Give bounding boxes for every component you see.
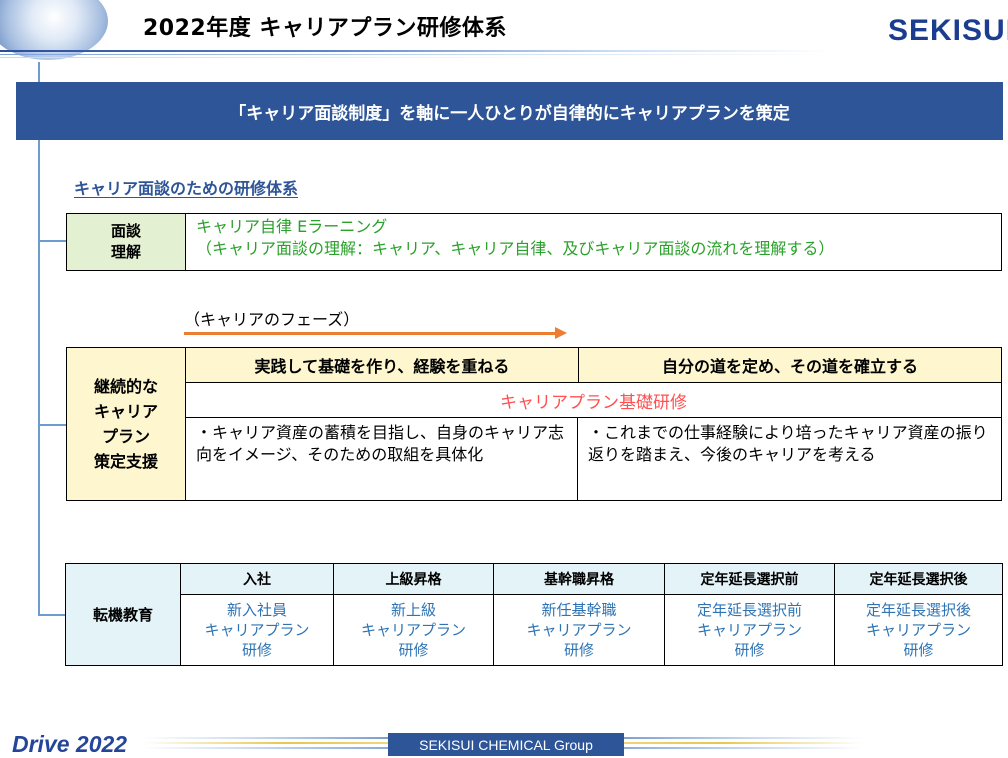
career-plan-label-line: キャリア (93, 402, 158, 421)
table-cell: 定年延長選択前 キャリアプラン 研修 (664, 594, 835, 666)
cell-line: 研修 (734, 641, 765, 659)
table-cell: 新入社員 キャリアプラン 研修 (180, 594, 334, 666)
table-header-row: 転機教育 入社 上級昇格 基幹職昇格 定年延長選択前 定年延長選択後 (65, 563, 1003, 666)
cell-line: 研修 (241, 641, 272, 659)
drive-2022-logo: Drive 2022 (12, 731, 128, 757)
program-name: キャリアプラン基礎研修 (186, 383, 1001, 418)
career-plan-label-line: 継続的な (93, 377, 158, 396)
description-row: ・キャリア資産の蓄積を目指し、自身のキャリア志向をイメージ、そのための取組を具体… (186, 418, 1001, 500)
table-header-cell: 基幹職昇格 (493, 563, 665, 595)
section-title: キャリア面談のための研修体系 (74, 179, 299, 198)
table-header-cell: 入社 (180, 563, 334, 595)
cell-line: キャリアプラン (360, 621, 466, 639)
table-cell: 定年延長選択後 キャリアプラン 研修 (834, 594, 1003, 666)
phase-label: （キャリアのフェーズ） (184, 310, 360, 329)
connector-branch (38, 614, 66, 616)
connector-line (38, 62, 40, 615)
header-stripe (0, 57, 830, 58)
table-header-cell: 上級昇格 (333, 563, 494, 595)
cell-line: 新任基幹職 (541, 601, 617, 619)
cell-line: キャリアプラン (865, 621, 971, 639)
connector-branch (38, 240, 66, 242)
phase-arrow (184, 332, 556, 335)
elearning-text: キャリア自律 Eラーニング （キャリア面談の理解：キャリア、キャリア自律、及びキ… (186, 214, 1001, 270)
interview-label-line: 面談 (110, 222, 141, 240)
cell-line: キャリアプラン (696, 621, 802, 639)
description-left: ・キャリア資産の蓄積を目指し、自身のキャリア志向をイメージ、そのための取組を具体… (186, 418, 578, 500)
header-stripe (0, 54, 830, 55)
slide-title: 2022年度 キャリアプラン研修体系 (143, 16, 507, 41)
cell-line: キャリアプラン (526, 621, 632, 639)
cell-line: 新入社員 (226, 601, 287, 619)
arrow-head-icon (555, 327, 567, 339)
elearning-title: キャリア自律 Eラーニング (196, 217, 388, 236)
header-stripe (0, 50, 830, 52)
phase-header-left: 実践して基礎を作り、経験を重ねる (186, 348, 579, 382)
phase-header-right: 自分の道を定め、その道を確立する (661, 357, 918, 376)
transition-training-table: 転機教育 入社 上級昇格 基幹職昇格 定年延長選択前 定年延長選択後 新入社員 … (65, 563, 1003, 666)
career-plan-label: 継続的な キャリア プラン 策定支援 (67, 348, 186, 500)
transition-label: 転機教育 (65, 563, 181, 666)
cell-line: 定年延長選択前 (696, 601, 802, 619)
career-plan-label-line: 策定支援 (93, 452, 158, 471)
cell-line: 新上級 (390, 601, 436, 619)
interview-label-line: 理解 (110, 243, 141, 261)
policy-banner: 「キャリア面談制度」を軸に一人ひとりが自律的にキャリアプランを策定 (16, 82, 1003, 140)
table-row: 新入社員 キャリアプラン 研修 新上級 キャリアプラン 研修 新任基幹職 キャリ… (66, 594, 1003, 666)
table-cell: 新上級 キャリアプラン 研修 (333, 594, 494, 666)
group-label: SEKISUI CHEMICAL Group (388, 733, 624, 756)
cell-line: 研修 (398, 641, 429, 659)
career-plan-grid: 実践して基礎を作り、経験を重ねる 自分の道を定め、その道を確立する キャリアプラ… (186, 348, 1001, 500)
table-header-cell: 定年延長選択後 (834, 563, 1003, 595)
table-header-cell: 定年延長選択前 (664, 563, 835, 595)
description-right: ・これまでの仕事経験により培ったキャリア資産の振り返りを踏まえ、今後のキャリアを… (588, 423, 988, 464)
sekisui-logo: SEKISUI (888, 14, 1008, 47)
cell-line: 定年延長選択後 (865, 601, 971, 619)
table-cell: 新任基幹職 キャリアプラン 研修 (493, 594, 665, 666)
phase-header-row: 実践して基礎を作り、経験を重ねる 自分の道を定め、その道を確立する (186, 348, 1001, 383)
interview-training-box: 面談 理解 キャリア自律 Eラーニング （キャリア面談の理解：キャリア、キャリア… (66, 213, 1002, 271)
career-plan-label-line: プラン (101, 427, 150, 446)
cell-line: 研修 (903, 641, 934, 659)
connector-branch (38, 424, 66, 426)
cell-line: 研修 (563, 641, 594, 659)
interview-label: 面談 理解 (67, 214, 186, 270)
cell-line: キャリアプラン (204, 621, 310, 639)
career-plan-support-box: 継続的な キャリア プラン 策定支援 実践して基礎を作り、経験を重ねる 自分の道… (66, 347, 1002, 501)
elearning-description: （キャリア面談の理解：キャリア、キャリア自律、及びキャリア面談の流れを理解する） (196, 239, 835, 258)
